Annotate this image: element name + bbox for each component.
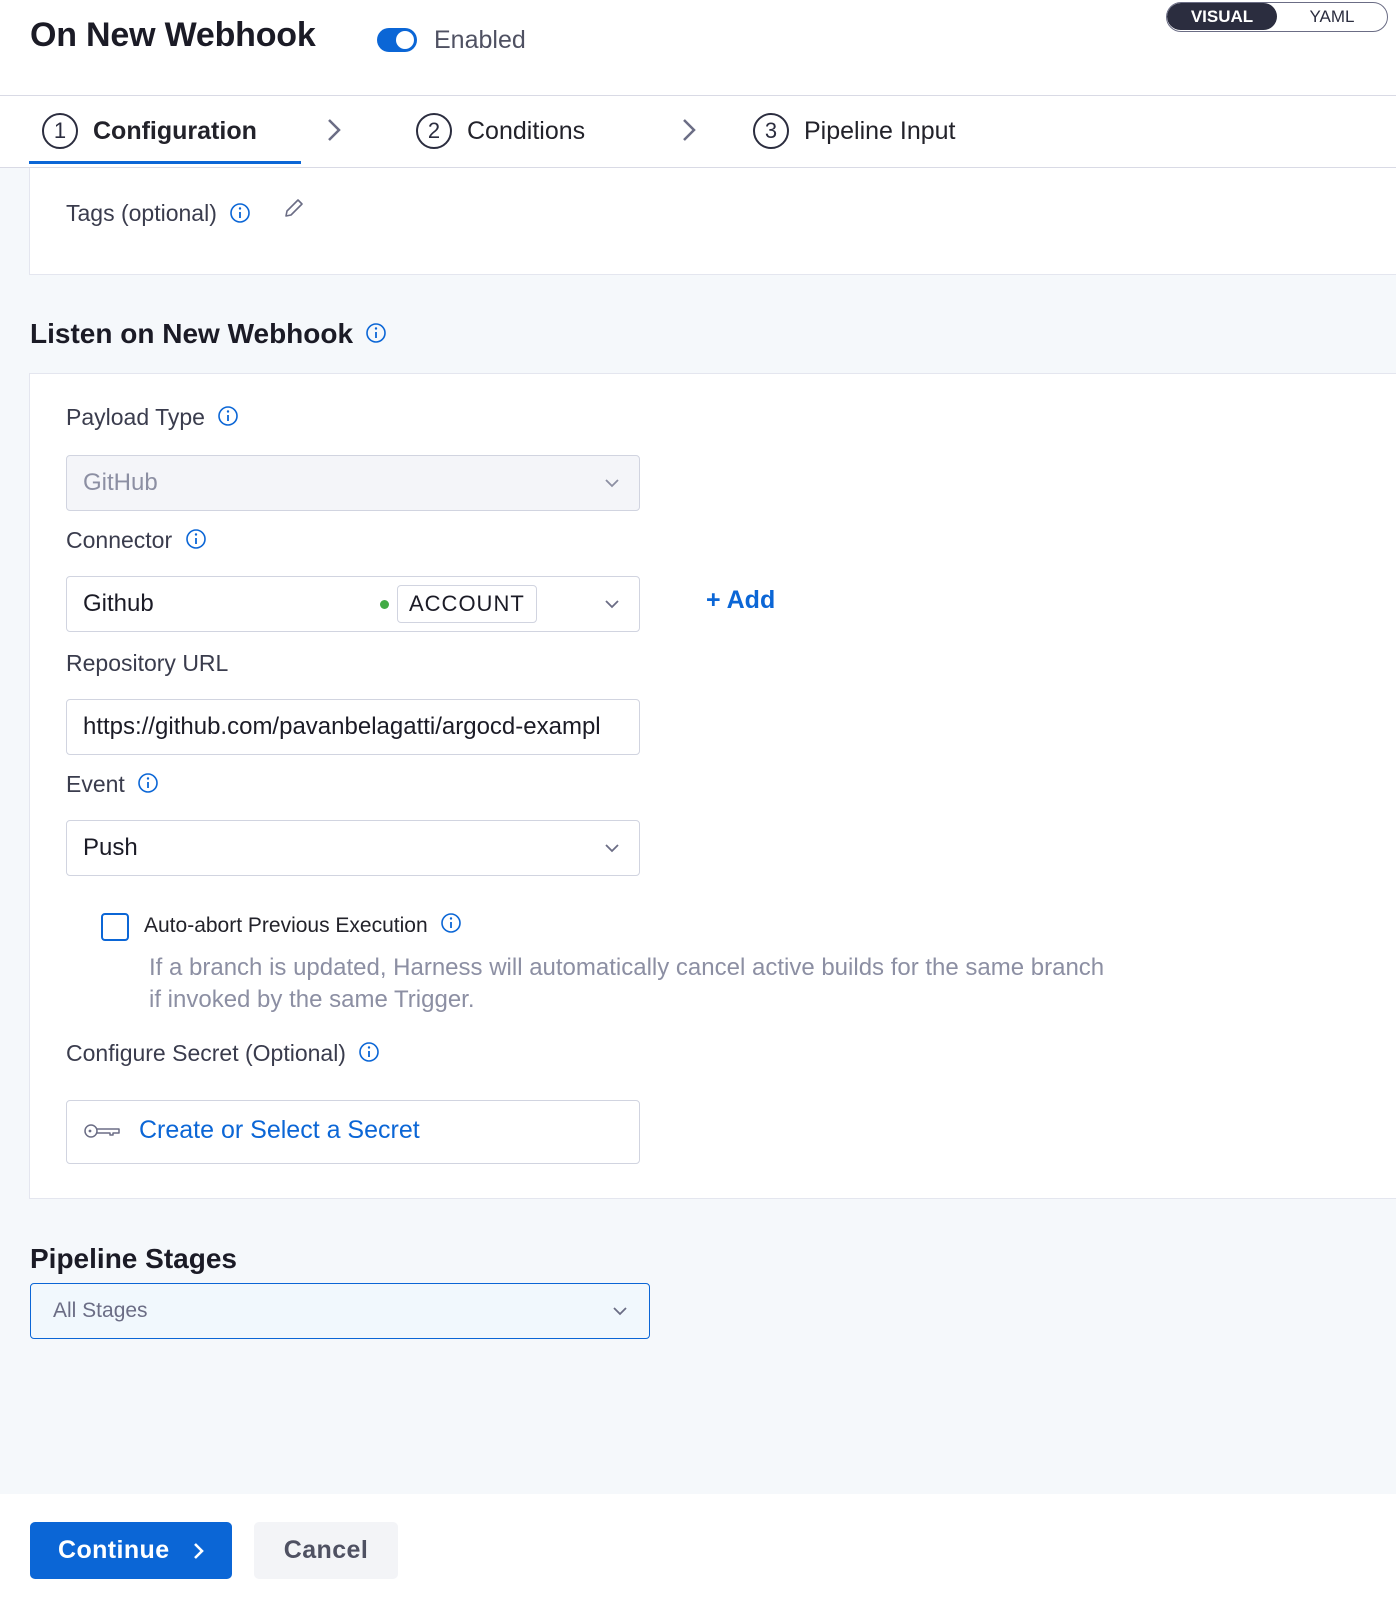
chevron-right-icon — [328, 119, 341, 141]
toggle-label: Enabled — [434, 26, 526, 54]
active-step-indicator — [29, 161, 301, 164]
connector-select[interactable]: Github ACCOUNT — [66, 576, 640, 632]
info-icon[interactable] — [185, 528, 207, 550]
continue-label: Continue — [58, 1536, 170, 1564]
repository-url-label: Repository URL — [66, 650, 229, 676]
helper-line-1: If a branch is updated, Harness will aut… — [149, 954, 1105, 981]
secret-label: Configure Secret (Optional) — [66, 1040, 346, 1066]
wizard-stepper: 1 Configuration 2 Conditions 3 Pipeline … — [0, 96, 1396, 168]
helper-line-2: if invoked by the same Trigger. — [149, 986, 475, 1013]
info-icon[interactable] — [137, 772, 159, 794]
chevron-right-icon — [194, 1543, 204, 1559]
pipeline-stages-title: Pipeline Stages — [30, 1243, 237, 1274]
step-label: Configuration — [93, 116, 257, 145]
payload-type-select[interactable]: GitHub — [66, 455, 640, 511]
secret-selector[interactable]: Create or Select a Secret — [66, 1100, 640, 1164]
auto-abort-helper-text: If a branch is updated, Harness will aut… — [149, 952, 1229, 1016]
repository-url-input[interactable]: https://github.com/pavanbelagatti/argocd… — [66, 699, 640, 755]
create-select-secret-link[interactable]: Create or Select a Secret — [139, 1116, 420, 1145]
payload-type-field-label: Payload Type — [66, 404, 239, 431]
visual-view-button[interactable]: VISUAL — [1167, 3, 1277, 30]
yaml-view-button[interactable]: YAML — [1277, 3, 1387, 30]
step-label: Conditions — [467, 116, 586, 145]
connector-field-label: Connector — [66, 527, 207, 554]
pipeline-stages-select[interactable]: All Stages — [30, 1283, 650, 1339]
listen-section-title: Listen on New Webhook — [30, 318, 387, 350]
tags-label: Tags (optional) — [66, 200, 217, 226]
auto-abort-label: Auto-abort Previous Execution — [144, 914, 428, 937]
cancel-button[interactable]: Cancel — [254, 1522, 398, 1579]
event-select[interactable]: Push — [66, 820, 640, 876]
payload-type-value: GitHub — [83, 469, 158, 496]
info-icon[interactable] — [229, 202, 251, 224]
chevron-down-icon — [613, 1307, 627, 1316]
add-connector-button[interactable]: + Add — [706, 586, 775, 615]
chevron-down-icon — [605, 844, 619, 853]
info-icon[interactable] — [365, 322, 387, 344]
event-label: Event — [66, 771, 125, 797]
auto-abort-field: Auto-abort Previous Execution — [144, 912, 462, 938]
key-icon — [84, 1124, 120, 1138]
page-header: On New Webhook Enabled VISUAL YAML — [0, 0, 1396, 96]
stages-placeholder: All Stages — [53, 1299, 148, 1322]
chevron-down-icon — [605, 600, 619, 609]
secret-field-label: Configure Secret (Optional) — [66, 1040, 380, 1067]
step-conditions[interactable]: 2 Conditions — [416, 110, 585, 152]
footer-actions: Continue Cancel — [0, 1494, 1396, 1600]
event-field-label: Event — [66, 771, 159, 798]
view-mode-switch: VISUAL YAML — [1166, 2, 1388, 32]
step-pipeline-input[interactable]: 3 Pipeline Input — [753, 110, 956, 152]
step-configuration[interactable]: 1 Configuration — [42, 110, 257, 152]
page-title: On New Webhook — [30, 16, 316, 54]
event-value: Push — [83, 834, 138, 861]
auto-abort-checkbox[interactable] — [101, 913, 129, 941]
chevron-down-icon — [605, 479, 619, 488]
scope-badge: ACCOUNT — [397, 585, 537, 623]
tags-field: Tags (optional) — [66, 200, 251, 227]
step-label: Pipeline Input — [804, 116, 956, 145]
chevron-right-icon — [683, 119, 696, 141]
step-number: 2 — [416, 113, 452, 149]
info-icon[interactable] — [440, 912, 462, 934]
tags-card: Tags (optional) — [29, 168, 1396, 275]
pencil-icon[interactable] — [282, 196, 306, 220]
connector-value: Github — [83, 590, 154, 617]
payload-type-label: Payload Type — [66, 404, 205, 430]
info-icon[interactable] — [358, 1041, 380, 1063]
section-title-text: Listen on New Webhook — [30, 318, 354, 349]
connector-label: Connector — [66, 527, 173, 553]
webhook-config-card: Payload Type GitHub Connector Github ACC… — [29, 373, 1396, 1199]
step-number: 3 — [753, 113, 789, 149]
toggle-knob — [396, 31, 414, 49]
continue-button[interactable]: Continue — [30, 1522, 232, 1579]
step-number: 1 — [42, 113, 78, 149]
info-icon[interactable] — [217, 405, 239, 427]
enabled-toggle[interactable] — [377, 28, 417, 52]
connector-status-dot — [380, 600, 389, 609]
